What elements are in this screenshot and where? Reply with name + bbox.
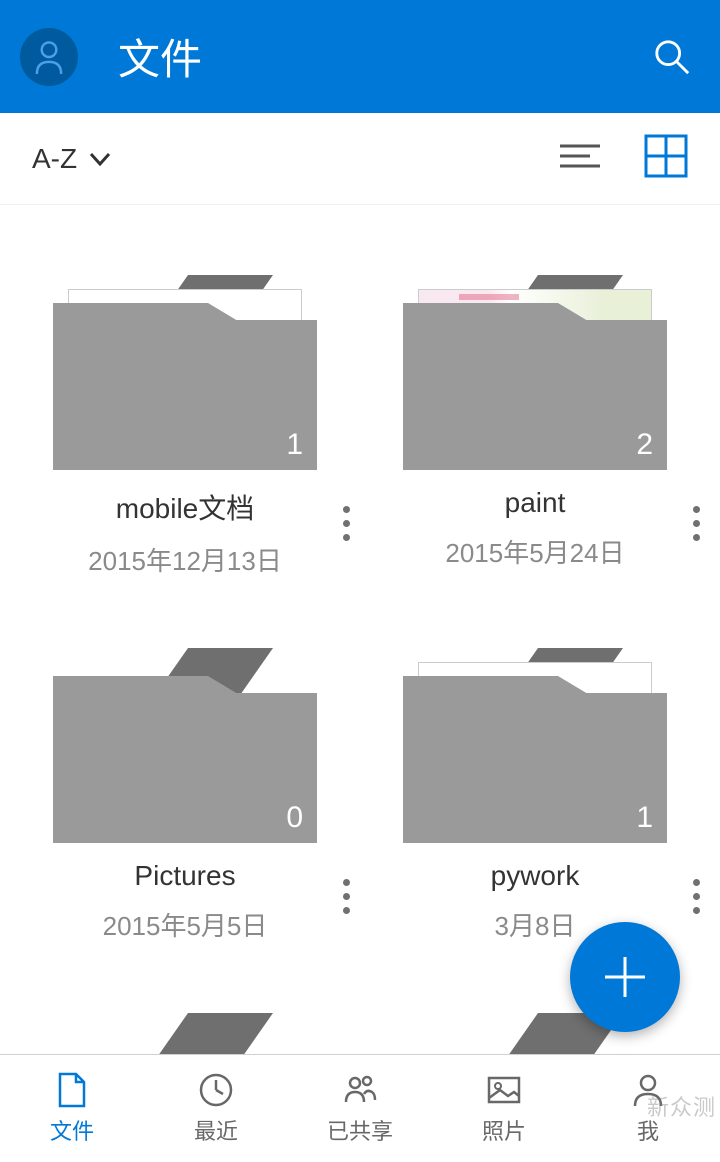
folder-name: Pictures [10,860,360,892]
nav-recent[interactable]: 最近 [144,1055,288,1162]
image-icon [486,1072,522,1108]
nav-files[interactable]: 文件 [0,1055,144,1162]
folder-item-peek[interactable] [10,1013,360,1033]
folder-name: pywork [360,860,710,892]
nav-label: 文件 [50,1114,94,1146]
add-button[interactable] [570,922,680,1032]
folder-icon: 0 [53,648,317,842]
watermark: 新众测 [647,1090,716,1122]
sort-button[interactable]: A-Z [32,143,111,175]
page-title: 文件 [118,26,644,87]
folder-date: 2015年5月5日 [10,906,360,943]
bottom-nav: 文件 最近 已共享 照片 我 [0,1054,720,1162]
folder-item-paint[interactable]: 2 paint 2015年5月24日 [360,275,710,578]
folder-count: 1 [636,801,653,835]
folder-count: 2 [636,428,653,462]
search-button[interactable] [644,29,700,85]
more-button[interactable] [682,866,710,926]
folder-icon: 2 [403,275,667,469]
nav-shared[interactable]: 已共享 [288,1055,432,1162]
clock-icon [198,1072,234,1108]
folder-item-mobile[interactable]: 1 mobile文档 2015年12月13日 [10,275,360,578]
folder-item-pywork[interactable]: 1 pywork 3月8日 [360,648,710,943]
folder-count: 1 [286,428,303,462]
folder-count: 0 [286,801,303,835]
more-button[interactable] [332,866,360,926]
list-view-button[interactable] [558,142,602,175]
avatar[interactable] [20,28,78,86]
toolbar: A-Z [0,113,720,205]
nav-label: 最近 [194,1114,238,1146]
folder-date: 2015年12月13日 [10,541,360,578]
grid-view-button[interactable] [644,134,688,183]
grid-icon [644,134,688,178]
app-header: 文件 [0,0,720,113]
person-icon [34,40,64,74]
folder-name: paint [360,487,710,519]
plus-icon [603,955,647,999]
nav-label: 照片 [482,1114,526,1146]
folder-name: mobile文档 [10,487,360,527]
folder-grid: 1 mobile文档 2015年12月13日 2 paint 2015年5月24… [0,205,720,1013]
search-icon [653,38,691,76]
file-icon [54,1072,90,1108]
list-icon [558,142,602,170]
folder-icon: 1 [53,275,317,469]
more-button[interactable] [332,493,360,553]
people-icon [342,1072,378,1108]
folder-date: 2015年5月24日 [360,533,710,570]
nav-label: 已共享 [327,1114,393,1146]
nav-photos[interactable]: 照片 [432,1055,576,1162]
folder-icon: 1 [403,648,667,842]
more-button[interactable] [682,493,710,553]
chevron-down-icon [89,152,111,166]
sort-label: A-Z [32,143,77,175]
folder-item-pictures[interactable]: 0 Pictures 2015年5月5日 [10,648,360,943]
